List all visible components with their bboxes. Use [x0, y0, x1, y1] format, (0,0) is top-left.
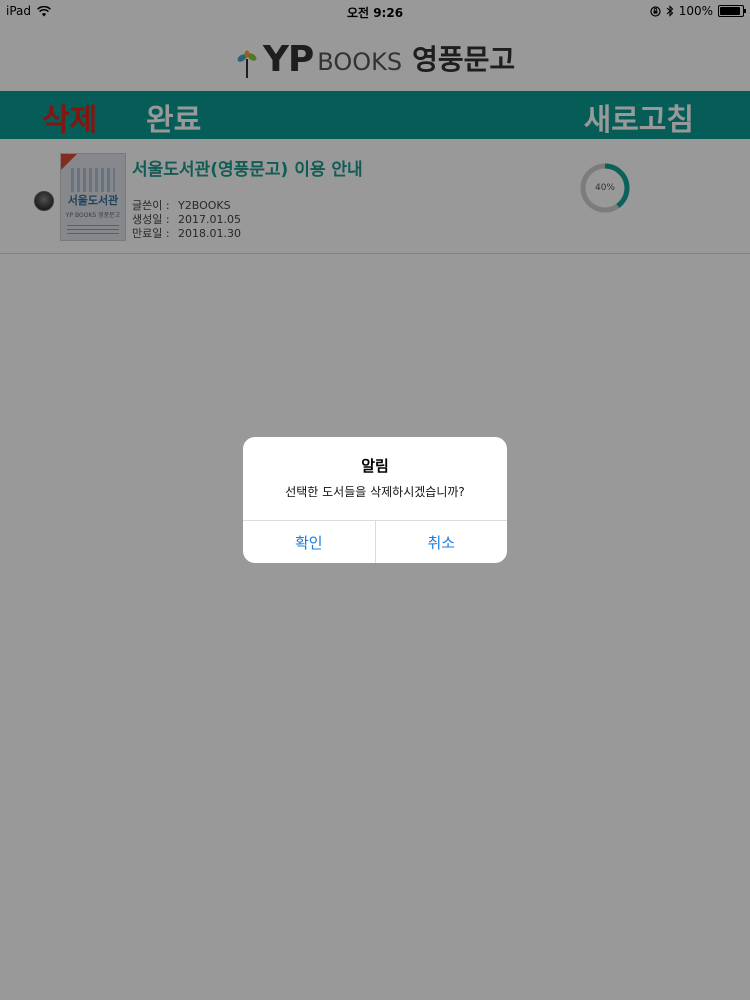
- alert-dialog: 알림 선택한 도서들을 삭제하시겠습니까? 확인 취소: [243, 437, 507, 563]
- alert-buttons: 확인 취소: [243, 520, 507, 563]
- alert-message: 선택한 도서들을 삭제하시겠습니까?: [285, 485, 465, 499]
- cancel-button[interactable]: 취소: [374, 521, 508, 563]
- confirm-button[interactable]: 확인: [243, 521, 375, 563]
- alert-title: 알림: [361, 457, 389, 475]
